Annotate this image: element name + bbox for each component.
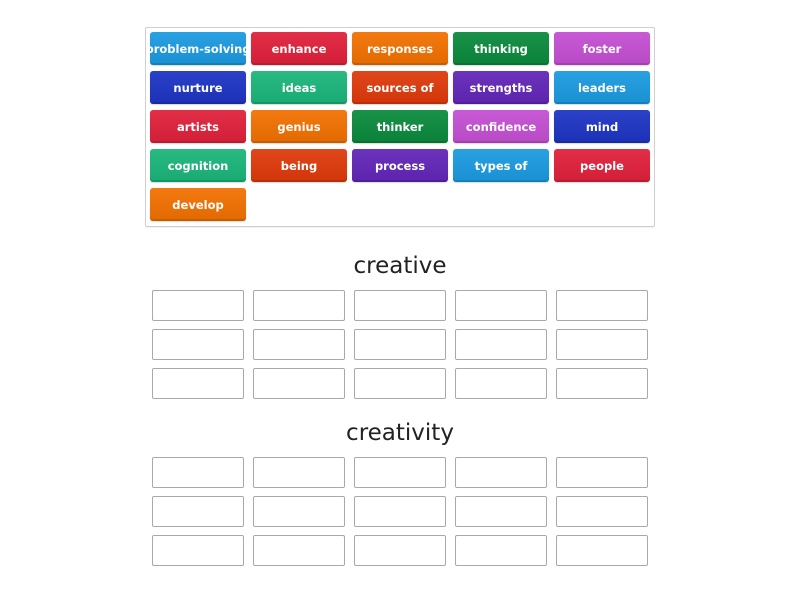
drop-slot[interactable] [354, 329, 446, 360]
drop-slot[interactable] [253, 457, 345, 488]
word-tile[interactable]: types of [453, 149, 549, 182]
drop-slot[interactable] [455, 535, 547, 566]
word-tile[interactable]: artists [150, 110, 246, 143]
drop-slot[interactable] [152, 329, 244, 360]
drop-slot[interactable] [556, 368, 648, 399]
drop-slot[interactable] [354, 290, 446, 321]
drop-slot[interactable] [556, 457, 648, 488]
drop-slot[interactable] [455, 496, 547, 527]
drop-slot[interactable] [253, 535, 345, 566]
drop-slot[interactable] [455, 329, 547, 360]
word-tile[interactable]: responses [352, 32, 448, 65]
drop-slot[interactable] [152, 368, 244, 399]
drop-slot[interactable] [556, 290, 648, 321]
word-tile[interactable]: process [352, 149, 448, 182]
drop-slot[interactable] [354, 535, 446, 566]
drop-slot[interactable] [152, 535, 244, 566]
word-tile[interactable]: develop [150, 188, 246, 221]
drop-slot[interactable] [354, 496, 446, 527]
word-tile[interactable]: cognition [150, 149, 246, 182]
word-tile[interactable]: thinker [352, 110, 448, 143]
word-tile[interactable]: genius [251, 110, 347, 143]
drop-slot[interactable] [253, 368, 345, 399]
group-sort-activity: problem-solving enhance responses thinking f… [0, 0, 800, 600]
word-tile[interactable]: being [251, 149, 347, 182]
word-tile[interactable]: nurture [150, 71, 246, 104]
word-tile[interactable]: confidence [453, 110, 549, 143]
group-title-creativity: creativity [346, 420, 454, 446]
drop-slot[interactable] [354, 368, 446, 399]
word-tile[interactable]: enhance [251, 32, 347, 65]
drop-slot[interactable] [152, 290, 244, 321]
drop-slot[interactable] [354, 457, 446, 488]
drop-slot[interactable] [152, 496, 244, 527]
drop-slot[interactable] [152, 457, 244, 488]
word-tile[interactable]: leaders [554, 71, 650, 104]
word-tile[interactable]: mind [554, 110, 650, 143]
drop-slot[interactable] [455, 368, 547, 399]
word-tile[interactable]: foster [554, 32, 650, 65]
drop-slot[interactable] [455, 457, 547, 488]
drop-slot[interactable] [455, 290, 547, 321]
drop-slot[interactable] [253, 329, 345, 360]
drop-slot[interactable] [253, 290, 345, 321]
drop-slot[interactable] [556, 496, 648, 527]
word-tile[interactable]: people [554, 149, 650, 182]
drop-slot[interactable] [253, 496, 345, 527]
word-tile[interactable]: ideas [251, 71, 347, 104]
word-tile-bank: problem-solving enhance responses thinking f… [145, 27, 655, 227]
word-tile[interactable]: strengths [453, 71, 549, 104]
word-tile[interactable]: problem-solving [145, 32, 251, 65]
word-tile[interactable]: thinking [453, 32, 549, 65]
word-tile[interactable]: sources of [352, 71, 448, 104]
group-title-creative: creative [353, 253, 447, 279]
drop-slot[interactable] [556, 329, 648, 360]
drop-slot[interactable] [556, 535, 648, 566]
